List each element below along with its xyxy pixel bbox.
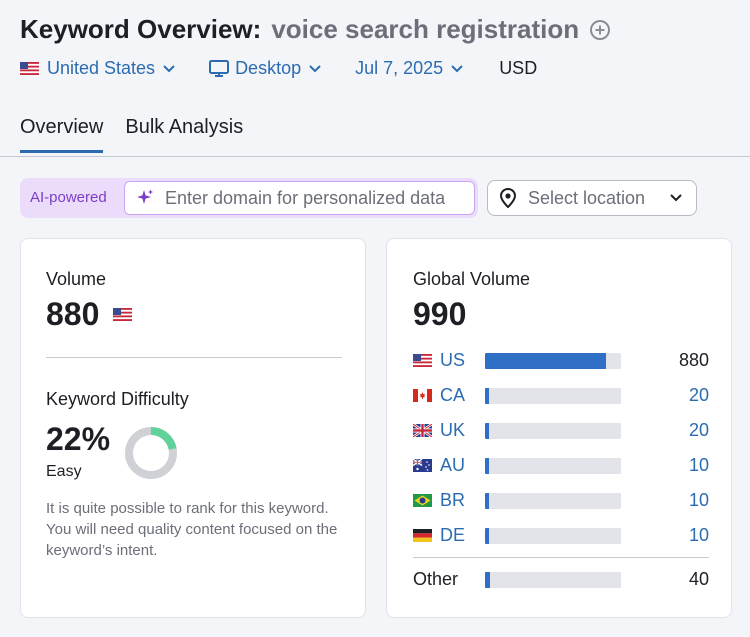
volume-bar-fill <box>485 423 490 439</box>
de-flag-icon <box>413 529 432 542</box>
title-row: Keyword Overview: voice search registrat… <box>20 14 611 45</box>
country-volume: 10 <box>688 525 709 545</box>
chevron-down-icon <box>670 194 682 202</box>
volume-bar-fill <box>485 458 490 474</box>
country-code: DE <box>440 525 466 545</box>
plus-circle-icon[interactable] <box>589 19 611 41</box>
desktop-icon <box>209 59 230 77</box>
domain-input[interactable]: Enter domain for personalized data <box>124 181 475 215</box>
global-volume-label: Global Volume <box>413 269 531 289</box>
volume-bar-track <box>485 493 621 509</box>
country-selector[interactable]: United States <box>20 58 175 79</box>
domain-input-placeholder: Enter domain for personalized data <box>165 187 446 208</box>
chevron-down-icon <box>451 64 463 72</box>
country-label: United States <box>47 58 156 78</box>
ai-powered-label: AI-powered <box>30 189 107 206</box>
date-selector[interactable]: Jul 7, 2025 <box>355 58 463 79</box>
filters-row: United States Desktop Jul 7, 2025 USD <box>20 58 537 79</box>
country-code: US <box>440 350 466 370</box>
tab-divider <box>0 156 750 157</box>
other-volume: 40 <box>688 569 709 589</box>
volume-bar-fill <box>485 493 490 509</box>
volume-bar-track <box>485 353 621 369</box>
location-placeholder: Select location <box>528 187 646 208</box>
country-code: UK <box>440 420 466 440</box>
volume-bar-track <box>485 388 621 404</box>
au-flag-icon <box>413 459 432 472</box>
us-flag-icon <box>113 308 132 321</box>
country-volume: 10 <box>688 490 709 510</box>
date-label: Jul 7, 2025 <box>355 58 444 78</box>
keyword-title: voice search registration <box>271 14 580 44</box>
br-flag-icon <box>413 494 432 507</box>
volume-divider <box>46 357 342 358</box>
ai-domain-bar: AI-powered Enter domain for personalized… <box>20 178 478 218</box>
country-row-other: Other 40 <box>413 569 709 591</box>
country-row-br[interactable]: BR 10 <box>413 490 709 512</box>
kd-description: It is quite possible to rank for this ke… <box>46 500 338 559</box>
volume-bar-track <box>485 423 621 439</box>
volume-bar-fill <box>485 353 607 369</box>
volume-bar-fill <box>485 528 490 544</box>
sparkle-icon <box>137 189 153 204</box>
country-code: CA <box>440 385 466 405</box>
ca-flag-icon <box>413 389 432 402</box>
kd-value: 22% <box>46 421 111 457</box>
currency-label: USD <box>499 58 538 78</box>
device-selector[interactable]: Desktop <box>209 58 321 79</box>
page-title: Keyword Overview: <box>20 14 262 44</box>
volume-bar-track <box>485 458 621 474</box>
chevron-down-icon <box>309 64 321 72</box>
volume-value: 880 <box>46 296 100 332</box>
kd-donut-chart <box>125 427 177 479</box>
volume-bar-fill <box>485 388 490 404</box>
global-volume-card: Global Volume 990 US 880 CA 20 UK 20 AU … <box>386 238 732 618</box>
country-volume: 20 <box>688 420 709 440</box>
tab-bulk-analysis[interactable]: Bulk Analysis <box>125 116 243 151</box>
country-row-de[interactable]: DE 10 <box>413 525 709 547</box>
volume-bar-track <box>485 572 621 588</box>
us-flag-icon <box>413 354 432 367</box>
location-pin-icon <box>500 188 516 208</box>
volume-bar-fill <box>485 572 491 588</box>
country-volume: 880 <box>678 350 709 370</box>
chevron-down-icon <box>163 64 175 72</box>
country-code: BR <box>440 490 466 510</box>
volume-card: Volume 880 Keyword Difficulty 22% Easy I… <box>20 238 366 618</box>
volume-label: Volume <box>46 269 107 289</box>
us-flag-icon <box>20 62 39 75</box>
other-label: Other <box>413 569 459 589</box>
country-row-uk[interactable]: UK 20 <box>413 420 709 442</box>
kd-level: Easy <box>46 463 82 480</box>
country-row-ca[interactable]: CA 20 <box>413 385 709 407</box>
tab-bar: Overview Bulk Analysis <box>20 116 265 153</box>
country-volume: 20 <box>688 385 709 405</box>
country-row-au[interactable]: AU 10 <box>413 455 709 477</box>
location-select[interactable]: Select location <box>487 180 697 216</box>
page-header: Keyword Overview: voice search registrat… <box>0 0 750 157</box>
kd-label: Keyword Difficulty <box>46 389 189 409</box>
device-label: Desktop <box>235 58 302 78</box>
volume-bar-track <box>485 528 621 544</box>
country-row-us[interactable]: US 880 <box>413 350 709 372</box>
country-code: AU <box>440 455 466 475</box>
global-volume-value: 990 <box>413 296 467 332</box>
uk-flag-icon <box>413 424 432 437</box>
country-volume: 10 <box>688 455 709 475</box>
other-divider <box>413 557 709 558</box>
tab-overview[interactable]: Overview <box>20 116 104 153</box>
